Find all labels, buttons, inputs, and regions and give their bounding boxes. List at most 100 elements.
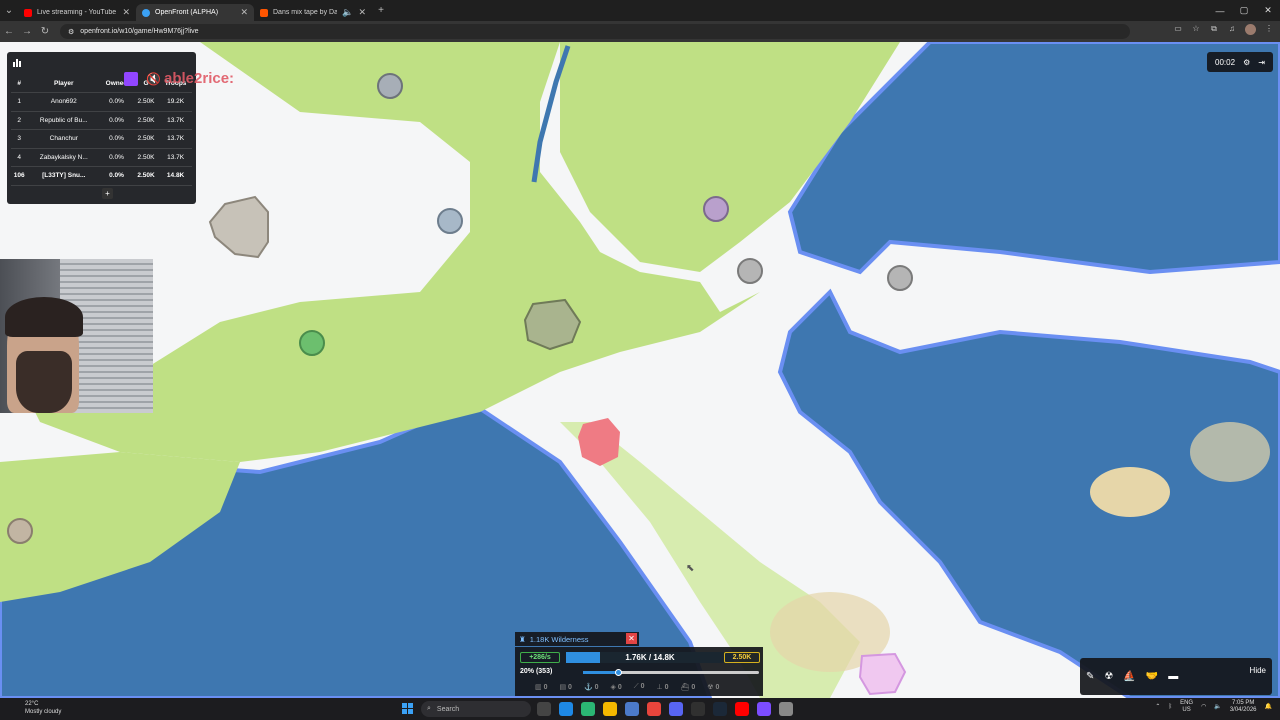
alliance-icon[interactable]: 🤝 [1146,671,1158,682]
youtube-icon[interactable] [735,702,749,716]
reload-icon[interactable]: ↻ [36,26,54,37]
chrome-icon[interactable] [647,702,661,716]
own-territory[interactable] [578,418,620,466]
minimize-icon[interactable]: — [1208,6,1232,16]
stream-overlay-tag: able2rice: [164,70,235,87]
language-indicator[interactable]: ENG US [1180,700,1193,714]
url-field[interactable]: ⚙ openfront.io/w10/game/Hw9M76jj?live [60,24,1130,39]
player-territory[interactable] [737,258,763,284]
obs-icon[interactable] [691,702,705,716]
maximize-icon[interactable]: ▢ [1232,5,1256,16]
weather-desc: Mostly cloudy [25,709,62,715]
bluetooth-icon[interactable]: ᛒ [1168,704,1172,711]
bar-chart-icon[interactable] [12,57,22,67]
factory-icon[interactable]: ▤ 0 [559,683,571,691]
player-territory[interactable] [437,208,463,234]
close-icon[interactable]: ✕ [626,633,637,644]
tab-openfront[interactable]: OpenFront (ALPHA) ✕ [136,4,254,21]
table-row[interactable]: 2 Republic of Bu... 0.0% 2.50K 13.7K [11,111,192,130]
table-row[interactable]: 4 Zabaykalsky N... 0.0% 2.50K 13.7K [11,148,192,167]
leaderboard-table: # Player Owned G Troops 1 Anon692 0.0% 2… [11,74,192,186]
cast-icon[interactable]: ▭ [1173,24,1183,34]
chat-icon[interactable]: ▬ [1168,671,1178,682]
cursor-icon: ⬉ [686,563,695,574]
speaker-icon[interactable]: 🔈 [342,7,353,18]
app-icon[interactable] [757,702,771,716]
tab-soundcloud[interactable]: Dans mix tape by Daniel D 🔈 ✕ [254,4,372,21]
attack-ratio-knob[interactable] [615,669,623,676]
attack-ratio-slider[interactable] [583,669,759,676]
forward-icon[interactable]: → [18,26,36,37]
port-icon[interactable]: ⚓ 0 [584,683,599,691]
settings-icon[interactable]: ⚙ [1243,58,1250,67]
missile-icon[interactable]: ⟋ 0 [634,683,645,691]
back-icon[interactable]: ← [0,26,18,37]
col-rank[interactable]: # [11,74,28,93]
exit-icon[interactable]: ⇥ [1258,58,1265,67]
notification-icon[interactable]: 🔔 [1265,704,1272,711]
extensions-icon[interactable]: ⧉ [1209,24,1219,34]
player-territory[interactable] [858,652,907,696]
city-icon[interactable]: ▥ 0 [535,683,547,691]
nuke-icon[interactable]: ☢ [1104,671,1113,682]
taskbar-search[interactable]: ⌕ Search [421,701,531,717]
hover-info-text: 1.18K Wilderness [529,634,589,644]
chevron-up-icon[interactable]: ⌃ [1155,704,1160,711]
player-name: Anon692 [27,92,101,112]
system-tray: ⌃ ᛒ ENG US ◠ 🔈 7:05 PM 3/04/2026 🔔 [1155,700,1272,714]
player-name: Zabaykalsky N... [27,148,101,167]
close-icon[interactable]: ✕ [122,7,130,18]
avatar[interactable] [1245,24,1256,35]
wifi-icon[interactable]: ◠ [1201,704,1206,711]
expand-leaderboard-button[interactable]: + [102,188,113,199]
tab-youtube-studio[interactable]: Live streaming - YouTube Studio ✕ [18,4,136,21]
tab-title: Dans mix tape by Daniel D [273,9,338,16]
col-player[interactable]: Player [27,74,101,93]
site-info-icon[interactable]: ⚙ [68,28,74,36]
close-icon[interactable]: ✕ [240,7,248,18]
player-territory[interactable] [887,265,913,291]
paint-icon[interactable]: ✎ [1086,671,1094,682]
steam-icon[interactable] [713,702,727,716]
close-icon[interactable]: ✕ [358,7,366,18]
hide-button[interactable]: Hide [1250,666,1266,675]
search-icon: ⌕ [427,705,431,712]
sam-icon[interactable]: ⊥ 0 [657,683,669,691]
player-territory[interactable] [299,330,325,356]
close-window-icon[interactable]: ✕ [1256,5,1280,16]
troop-count: 1.76K / 14.8K [625,653,675,662]
new-tab-button[interactable]: + [372,5,390,16]
edge-icon[interactable] [559,702,573,716]
weather-widget[interactable]: 22°C Mostly cloudy [25,700,61,716]
openfront-icon [142,8,150,17]
troops: 14.8K [159,166,192,186]
troops: 13.7K [159,148,192,167]
boat-icon[interactable]: ⛵ [1123,671,1135,682]
nuke-icon[interactable]: ☢ 0 [707,683,719,691]
player-territory[interactable] [377,73,403,99]
player-territory[interactable] [703,196,729,222]
table-row-self[interactable]: 106 [L33TY] Snu... 0.0% 2.50K 14.8K [11,166,192,186]
rank: 1 [11,92,28,112]
discord-icon[interactable] [669,702,683,716]
menu-icon[interactable]: ⋮ [1264,24,1274,34]
clock[interactable]: 7:05 PM 3/04/2026 [1230,700,1257,714]
table-row[interactable]: 1 Anon692 0.0% 2.50K 19.2K [11,92,192,112]
player-territory[interactable] [7,518,33,544]
windows-start-icon[interactable] [402,703,413,714]
warship-icon[interactable]: ⛴ 0 [680,683,695,691]
app-icon[interactable] [581,702,595,716]
mail-icon[interactable] [625,702,639,716]
table-row[interactable]: 3 Chanchur 0.0% 2.50K 13.7K [11,129,192,149]
bookmark-star-icon[interactable]: ☆ [1191,24,1201,34]
media-icon[interactable]: ♫ [1227,24,1237,34]
taskview-icon[interactable] [537,702,551,716]
defense-icon[interactable]: ◈ 0 [611,683,622,691]
volume-icon[interactable]: 🔈 [1214,704,1221,711]
tab-search-icon[interactable]: ⌄ [0,5,18,16]
troops-icon: ♜ [519,634,526,644]
settings-icon[interactable] [779,702,793,716]
gold-count: 2.50K [724,652,760,663]
player-territory[interactable] [208,195,269,259]
folder-icon[interactable] [603,702,617,716]
